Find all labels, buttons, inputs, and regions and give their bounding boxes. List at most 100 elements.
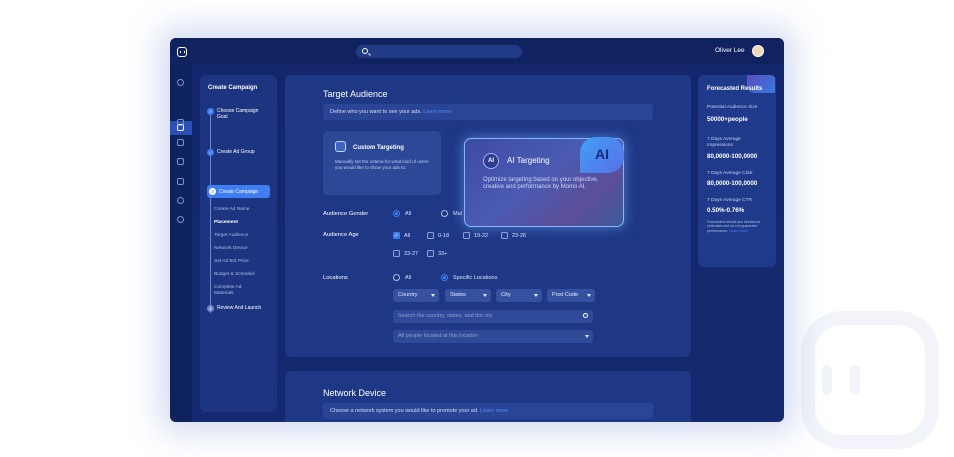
forecasted-results-panel: Forecasted Results Potential Audience Si… xyxy=(698,75,776,267)
check-icon: ✓ xyxy=(207,108,214,115)
forecast-label: 7 Days Average Click xyxy=(707,171,753,176)
location-all-label: All xyxy=(405,275,412,281)
forecast-label: 7 Days Average Impressions xyxy=(707,137,741,148)
people-location-select[interactable]: All people located at this location xyxy=(393,330,593,343)
substep-ad-bid-price[interactable]: Set Ad Bid Price xyxy=(214,259,249,265)
brand-logo-watermark-icon xyxy=(801,311,939,449)
locations-label: Locations xyxy=(323,275,348,281)
age-19-22-checkbox[interactable] xyxy=(463,232,470,239)
custom-targeting-card[interactable]: Custom Targeting Manually set the criter… xyxy=(323,131,441,195)
substep-ad-materials[interactable]: Complete Ad Materials xyxy=(214,285,254,297)
dashboard-icon[interactable] xyxy=(177,79,184,86)
forecast-value: 0.50%-0.76% xyxy=(707,207,745,214)
age-0-18-checkbox[interactable] xyxy=(427,232,434,239)
learn-more-link[interactable]: Learn more xyxy=(729,229,747,233)
forecast-title: Forecasted Results xyxy=(707,86,763,92)
search-placeholder: Search the country, states, and the city xyxy=(398,313,493,319)
wallet-icon[interactable] xyxy=(177,178,184,185)
step-choose-goal[interactable]: ✓ Choose Campaign Goal xyxy=(207,108,265,120)
dropdown-value: Post Code xyxy=(552,292,579,298)
custom-targeting-icon xyxy=(335,141,346,152)
gender-all-radio[interactable] xyxy=(393,210,400,217)
page: Oliver Lee ⇥ Create Campaign ✓ Choose Ca… xyxy=(0,0,954,457)
age-option-label: All xyxy=(404,233,411,239)
age-option-label: 23-26 xyxy=(512,233,527,239)
substep-target-audience[interactable]: Target Audience xyxy=(214,233,248,239)
substep-budget-schedule[interactable]: Budget & Schedule xyxy=(214,272,255,278)
select-value: All people located at this location xyxy=(398,333,479,339)
gender-label: Audience Gender xyxy=(323,211,369,217)
chevron-down-icon xyxy=(585,335,589,338)
steps-title: Create Campaign xyxy=(208,85,258,91)
step-create-campaign[interactable]: 3 Create Campaign xyxy=(207,185,270,198)
location-all-radio[interactable] xyxy=(393,274,400,281)
settings-icon[interactable] xyxy=(177,216,184,223)
icon-rail: ⇥ xyxy=(170,64,192,422)
age-option-label: 0-18 xyxy=(438,233,450,239)
substep-create-ad-name[interactable]: Create Ad Name xyxy=(214,207,249,213)
description-text: Define who you want to see your ads. xyxy=(330,109,422,115)
ai-targeting-card[interactable]: AI AI AI Targeting Optimize targeting ba… xyxy=(464,137,624,227)
step-review-launch[interactable]: 4 Review And Launch xyxy=(207,305,261,312)
search-icon xyxy=(583,313,588,318)
search-icon xyxy=(362,48,368,54)
chevron-down-icon xyxy=(587,294,591,297)
city-dropdown[interactable]: City xyxy=(496,289,542,302)
app-window: Oliver Lee ⇥ Create Campaign ✓ Choose Ca… xyxy=(170,38,784,422)
age-23-26-checkbox[interactable] xyxy=(501,232,508,239)
description-text: Choose a network system you would like t… xyxy=(330,408,479,414)
ai-badge-icon: AI xyxy=(483,153,499,169)
age-option-label: 33+ xyxy=(438,251,448,257)
section-title: Network Device xyxy=(323,388,387,398)
step-create-ad-group[interactable]: ✓ Create Ad Group xyxy=(207,149,255,156)
chevron-down-icon xyxy=(431,294,435,297)
dropdown-value: States xyxy=(450,292,466,298)
dropdown-value: City xyxy=(501,292,511,298)
step-label: Choose Campaign Goal xyxy=(217,108,259,120)
reports-icon[interactable] xyxy=(177,139,184,146)
learn-more-link[interactable]: Learn more xyxy=(423,109,451,115)
location-specific-radio[interactable] xyxy=(441,274,448,281)
app-logo-icon[interactable] xyxy=(177,47,187,57)
analytics-icon[interactable] xyxy=(177,119,184,126)
forecast-note: Forecasted results are directional estim… xyxy=(707,220,769,233)
substep-placement[interactable]: Placement xyxy=(214,220,238,226)
age-all-checkbox[interactable]: ✓ xyxy=(393,232,400,239)
user-name: Oliver Lee xyxy=(715,47,745,54)
card-description: Manually set the criteria for what kind … xyxy=(335,159,429,170)
section-description: Choose a network system you would like t… xyxy=(323,403,653,419)
network-device-section: Network Device Choose a network system y… xyxy=(285,371,691,422)
card-title: AI Targeting xyxy=(507,156,550,165)
card-title: Custom Targeting xyxy=(353,145,404,151)
global-search-input[interactable] xyxy=(356,45,522,58)
age-23-27-checkbox[interactable] xyxy=(393,250,400,257)
calendar-icon[interactable] xyxy=(177,158,184,165)
dropdown-value: Country xyxy=(398,292,418,298)
steps-connector xyxy=(210,113,211,313)
substep-network-device[interactable]: Network Device xyxy=(214,246,248,252)
age-option-label: 23-27 xyxy=(404,251,419,257)
target-audience-section: Target Audience Define who you want to s… xyxy=(285,75,691,357)
top-bar: Oliver Lee xyxy=(170,38,784,64)
step-label: Create Ad Group xyxy=(217,149,255,155)
gender-male-radio[interactable] xyxy=(441,210,448,217)
post-code-dropdown[interactable]: Post Code xyxy=(547,289,595,302)
age-33-plus-checkbox[interactable] xyxy=(427,250,434,257)
age-option-label: 19-22 xyxy=(474,233,489,239)
age-label: Audience Age xyxy=(323,232,359,238)
ai-sparkle-icon: AI xyxy=(580,137,624,173)
country-dropdown[interactable]: Country xyxy=(393,289,439,302)
forecast-value: 80,0000-100,0000 xyxy=(707,180,758,187)
learn-more-link[interactable]: Learn more xyxy=(480,408,508,414)
card-description: Optimize targeting based on your objecti… xyxy=(483,177,599,191)
step-label: Review And Launch xyxy=(217,305,262,311)
forecast-label: Potential Audience Size xyxy=(707,105,758,110)
step-number: 4 xyxy=(207,305,214,312)
states-dropdown[interactable]: States xyxy=(445,289,491,302)
section-title: Target Audience xyxy=(323,89,388,99)
location-search-input[interactable]: Search the country, states, and the city xyxy=(393,310,593,323)
chevron-down-icon xyxy=(534,294,538,297)
avatar[interactable] xyxy=(752,45,764,57)
location-specific-label: Specific Locations xyxy=(453,275,498,281)
user-icon[interactable] xyxy=(177,197,184,204)
